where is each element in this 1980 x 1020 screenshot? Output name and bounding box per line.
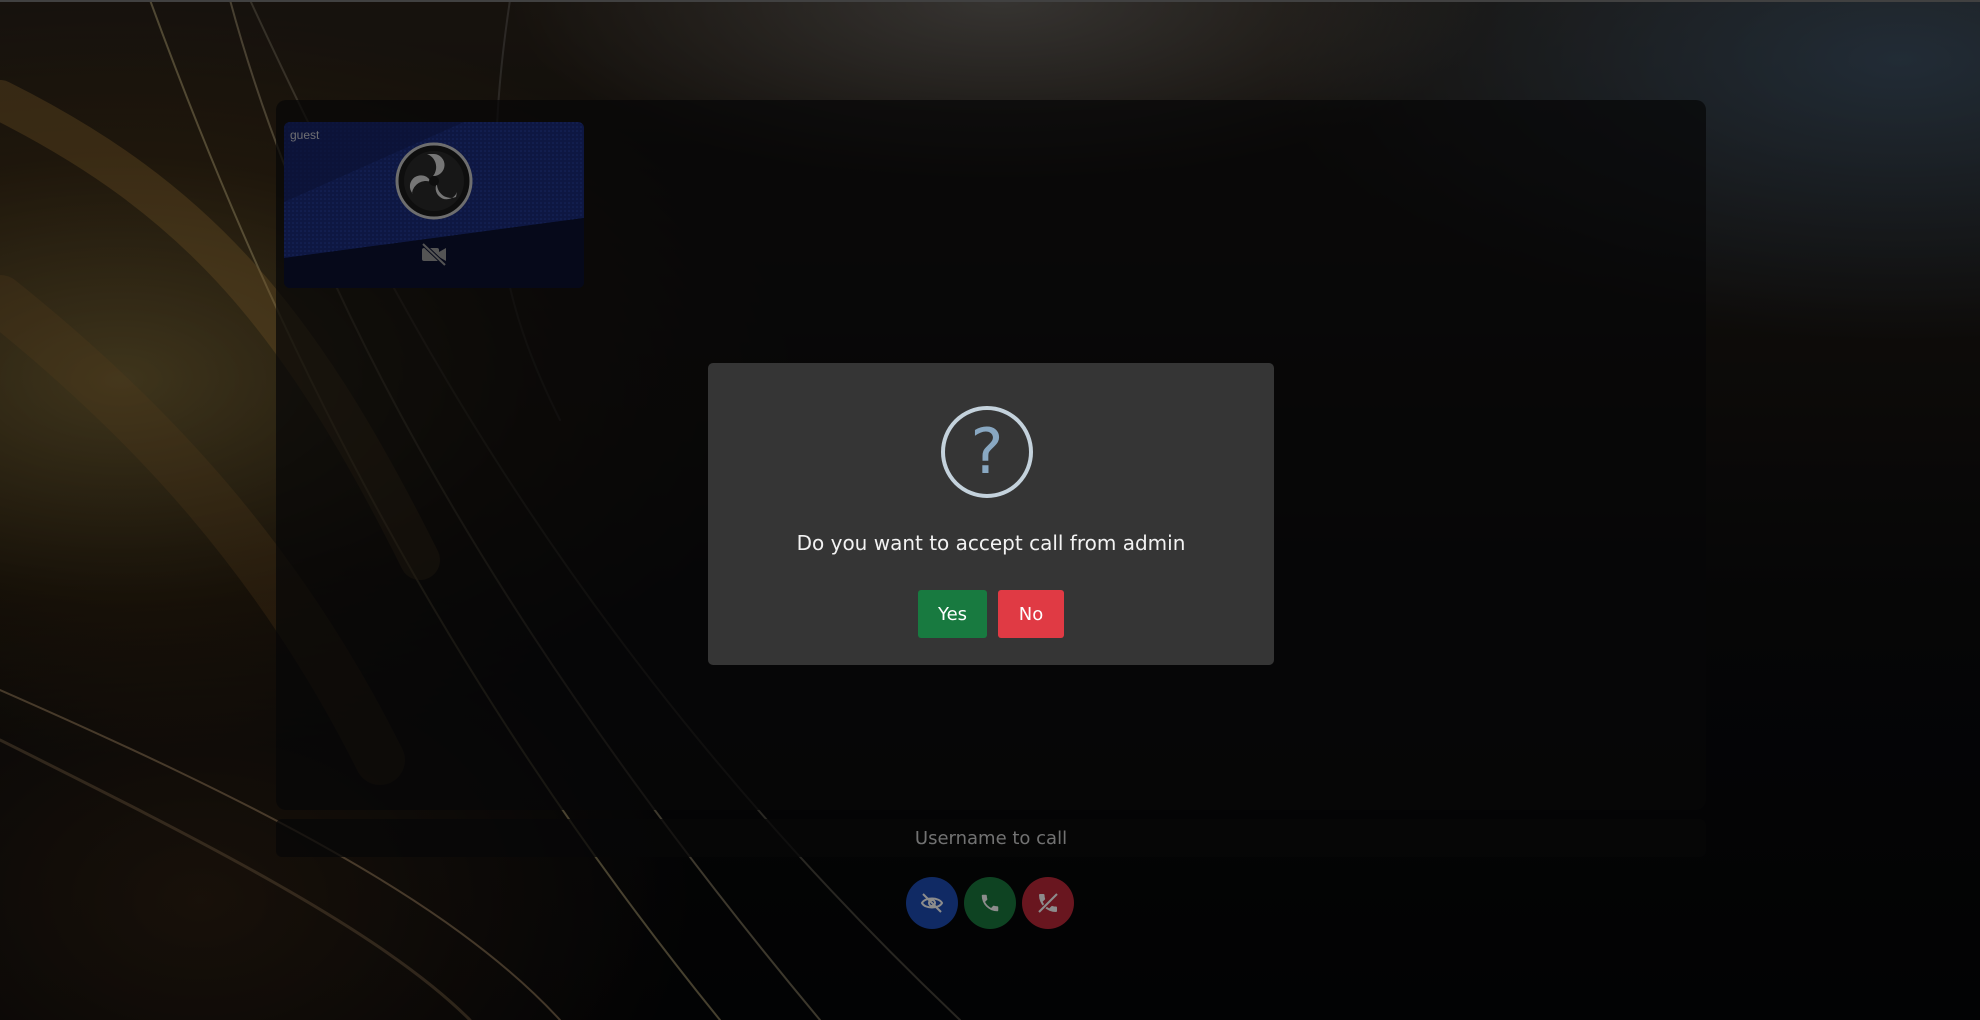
incoming-call-dialog: ? Do you want to accept call from admin … <box>708 363 1274 665</box>
accept-call-button[interactable]: Yes <box>918 590 987 638</box>
dialog-message: Do you want to accept call from admin <box>796 531 1186 555</box>
question-icon: ? <box>941 406 1033 498</box>
decline-call-button[interactable]: No <box>998 590 1064 638</box>
dialog-actions: Yes No <box>708 590 1274 638</box>
